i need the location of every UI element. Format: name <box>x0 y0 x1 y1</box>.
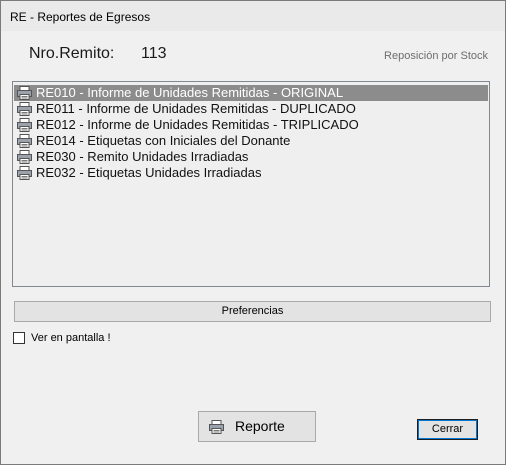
preferences-button[interactable]: Preferencias <box>14 301 491 322</box>
report-item-label: RE011 - Informe de Unidades Remitidas - … <box>36 101 356 116</box>
show-on-screen-checkbox[interactable] <box>13 332 25 344</box>
report-button[interactable]: Reporte <box>198 411 316 442</box>
printer-icon <box>17 102 32 116</box>
printer-icon <box>17 166 32 180</box>
remito-label: Nro.Remito: <box>29 45 115 62</box>
window-title: RE - Reportes de Egresos <box>10 10 151 24</box>
title-bar: RE - Reportes de Egresos <box>1 1 505 31</box>
show-on-screen-label: Ver en pantalla ! <box>31 332 111 344</box>
report-list-item[interactable]: RE011 - Informe de Unidades Remitidas - … <box>14 101 488 117</box>
report-item-label: RE010 - Informe de Unidades Remitidas - … <box>36 85 344 100</box>
report-item-label: RE032 - Etiquetas Unidades Irradiadas <box>36 165 262 180</box>
report-list-item[interactable]: RE032 - Etiquetas Unidades Irradiadas <box>14 165 488 181</box>
report-list-item[interactable]: RE010 - Informe de Unidades Remitidas - … <box>14 85 488 101</box>
reports-list-items: RE010 - Informe de Unidades Remitidas - … <box>13 82 489 181</box>
printer-icon <box>17 118 32 132</box>
report-item-label: RE014 - Etiquetas con Iniciales del Dona… <box>36 133 291 148</box>
reports-list[interactable]: RE010 - Informe de Unidades Remitidas - … <box>12 81 490 287</box>
report-item-label: RE030 - Remito Unidades Irradiadas <box>36 149 249 164</box>
printer-icon <box>17 134 32 148</box>
remito-value: 113 <box>141 45 167 62</box>
report-list-item[interactable]: RE014 - Etiquetas con Iniciales del Dona… <box>14 133 488 149</box>
report-list-item[interactable]: RE012 - Informe de Unidades Remitidas - … <box>14 117 488 133</box>
printer-icon <box>209 420 224 434</box>
printer-icon <box>17 150 32 164</box>
close-button[interactable]: Cerrar <box>417 419 478 440</box>
header-row: Nro.Remito: 113 Reposición por Stock <box>1 45 505 67</box>
report-window: RE - Reportes de Egresos Nro.Remito: 113… <box>0 0 506 465</box>
report-item-label: RE012 - Informe de Unidades Remitidas - … <box>36 117 359 132</box>
report-button-label: Reporte <box>235 418 285 434</box>
stock-label: Reposición por Stock <box>384 50 488 62</box>
printer-icon <box>17 86 32 100</box>
report-list-item[interactable]: RE030 - Remito Unidades Irradiadas <box>14 149 488 165</box>
